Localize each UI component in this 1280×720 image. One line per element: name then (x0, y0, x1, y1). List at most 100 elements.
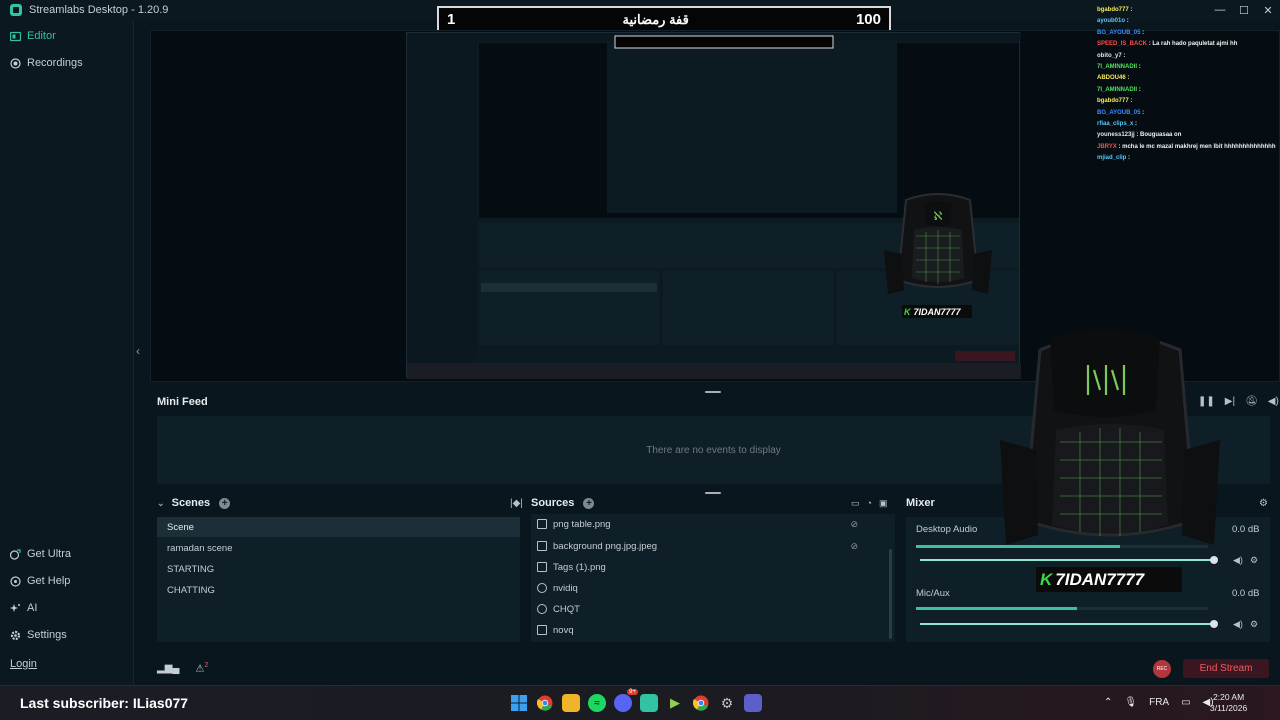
image-icon (537, 541, 547, 551)
sidebar-item-editor[interactable]: Editor (10, 30, 56, 42)
chrome-icon-2[interactable] (692, 694, 710, 712)
source-name: novq (553, 624, 574, 636)
resize-handle[interactable] (705, 492, 721, 494)
chevron-down-icon[interactable]: ⌄ (157, 498, 165, 508)
list-item[interactable]: CHATTING (157, 580, 520, 600)
mixer-settings-gear-icon[interactable]: ⚙ (1259, 498, 1268, 509)
source-name: png table.png (553, 518, 611, 530)
chevron-up-icon[interactable]: ⌃ (1104, 697, 1112, 708)
image-icon (537, 519, 547, 529)
end-stream-button[interactable]: End Stream (1183, 659, 1269, 678)
source-layout-icon[interactable]: ▭ (851, 498, 860, 509)
chat-text: : (1126, 18, 1129, 25)
chat-username: 7I_AMINNADII (1097, 64, 1138, 71)
volume-meter (916, 607, 1208, 610)
chat-message: obito_y7 : (1097, 51, 1280, 62)
list-item[interactable]: novq (531, 620, 888, 640)
list-item[interactable]: Tags (1).png (531, 557, 888, 577)
play-icon[interactable]: ▶ (666, 694, 684, 712)
sidebar-item-get-ultra[interactable]: Get Ultra (10, 548, 71, 560)
window-title: Streamlabs Desktop - 1.20.9 (29, 4, 169, 16)
chat-message: JBRYX : mcha le mc mazal makhrej men lbi… (1097, 142, 1280, 153)
sidebar-item-ai[interactable]: AI (10, 602, 37, 614)
volume-slider[interactable] (920, 623, 1214, 625)
spotify-icon[interactable]: ≈ (588, 694, 606, 712)
sidebar-item-recordings[interactable]: Recordings (10, 57, 83, 69)
browser-source-icon (537, 604, 547, 614)
add-source-button[interactable]: + (583, 497, 595, 509)
settings-icon[interactable]: ⚙ (718, 694, 736, 712)
record-button[interactable]: REC (1153, 660, 1171, 678)
list-item[interactable]: CHQT (531, 599, 888, 619)
chrome-icon[interactable] (536, 694, 554, 712)
chat-message: BG_AYOUB_05 : (1097, 28, 1280, 39)
performance-stats-icon[interactable]: ▂▆▄ (157, 663, 179, 674)
scrollbar[interactable] (889, 549, 892, 639)
microphone-icon[interactable]: 🎙︎ (1124, 697, 1137, 708)
volume-icon[interactable]: ◀) (1268, 396, 1279, 407)
chat-message: 7I_AMINNADII : (1097, 62, 1280, 73)
speaker-icon[interactable]: ◀) (1233, 555, 1243, 566)
mixer-channel-name: Mic/Aux (916, 588, 950, 599)
sources-title: Sources (531, 497, 575, 509)
taskbar-clock[interactable]: 2:20 AM 3/11/2026 (1210, 692, 1247, 714)
scene-name: CHATTING (167, 584, 215, 596)
sidebar-item-get-help[interactable]: Get Help (10, 575, 70, 587)
scene-name: ramadan scene (167, 542, 233, 554)
list-item[interactable]: nvidiq (531, 578, 888, 598)
list-item[interactable]: background png.jpg.jpeg ⊘ (531, 536, 888, 556)
sources-header: Sources + (531, 497, 595, 509)
scene-transitions-icon[interactable]: |◆| (510, 498, 523, 509)
network-icon[interactable]: ▭ (1181, 697, 1190, 708)
gaming-chair-image-large (1000, 329, 1220, 545)
chat-username: rfiaa_clips_x (1097, 121, 1134, 128)
source-filter-icon[interactable]: ◔ (867, 498, 872, 509)
eye-hidden-icon[interactable]: ⊘ (850, 541, 858, 552)
webcam-icon (537, 583, 547, 593)
source-folder-icon[interactable]: ▣ (879, 498, 888, 509)
record-icon (10, 57, 21, 69)
list-item[interactable]: Scene (157, 517, 520, 537)
brand-name: 7IDAN7777 (913, 306, 961, 317)
discord-badge: 9+ (627, 689, 638, 695)
discord-icon[interactable]: 9+ (614, 689, 638, 712)
volume-slider-knob[interactable] (1210, 620, 1218, 628)
brand-letter: K (1040, 569, 1053, 589)
chat-username: SPEED_IS_BACK (1097, 41, 1148, 48)
resize-handle[interactable] (705, 391, 721, 393)
channel-gear-icon[interactable]: ⚙ (1250, 555, 1258, 566)
channel-gear-icon[interactable]: ⚙ (1250, 619, 1258, 630)
file-explorer-icon[interactable] (562, 694, 580, 712)
mute-alerts-icon[interactable]: 🔕︎ (1245, 396, 1258, 407)
sidebar-item-settings[interactable]: Settings (10, 629, 67, 641)
brand-nameplate-small: K 7IDAN7777 (902, 305, 972, 318)
chat-text: : (1127, 75, 1130, 82)
teams-icon[interactable] (744, 694, 762, 712)
eye-hidden-icon[interactable]: ⊘ (850, 519, 858, 530)
score-title: قفة رمضانية (622, 11, 689, 27)
language-indicator[interactable]: FRA (1149, 697, 1169, 708)
collapse-sidebar-arrow-icon[interactable]: ‹ (136, 344, 140, 358)
chat-text: : (1128, 155, 1131, 162)
windows-start-icon[interactable] (510, 694, 528, 712)
mixer-channel-db: 0.0 dB (1232, 588, 1260, 599)
chat-text: : (1142, 109, 1145, 116)
alerts-count: 2 (204, 662, 209, 669)
score-overlay: 1 قفة رمضانية 100 (437, 6, 891, 33)
list-item[interactable]: STARTING (157, 559, 520, 579)
speaker-icon[interactable]: ◀) (1233, 619, 1243, 630)
login-link[interactable]: Login (10, 658, 37, 670)
sidebar: Editor Recordings Get Ultra Get Help AI (0, 20, 134, 685)
streamlabs-icon[interactable] (640, 694, 658, 712)
list-item[interactable]: png table.png ⊘ (531, 514, 888, 534)
add-scene-button[interactable]: + (219, 497, 231, 509)
volume-meter-fill (916, 607, 1077, 610)
chat-username: BG_AYOUB_05 (1097, 109, 1141, 116)
chat-message: 7I_AMINNADII : (1097, 85, 1280, 96)
chat-text: : (1130, 7, 1133, 13)
chat-message: youness123jj : Bouguasaa on (1097, 130, 1280, 141)
chat-username: BG_AYOUB_05 (1097, 29, 1141, 36)
list-item[interactable]: ramadan scene (157, 538, 520, 558)
sources-list: png table.png ⊘ background png.jpg.jpeg … (531, 514, 895, 642)
alerts-icon[interactable]: ⚠2 (195, 662, 208, 674)
